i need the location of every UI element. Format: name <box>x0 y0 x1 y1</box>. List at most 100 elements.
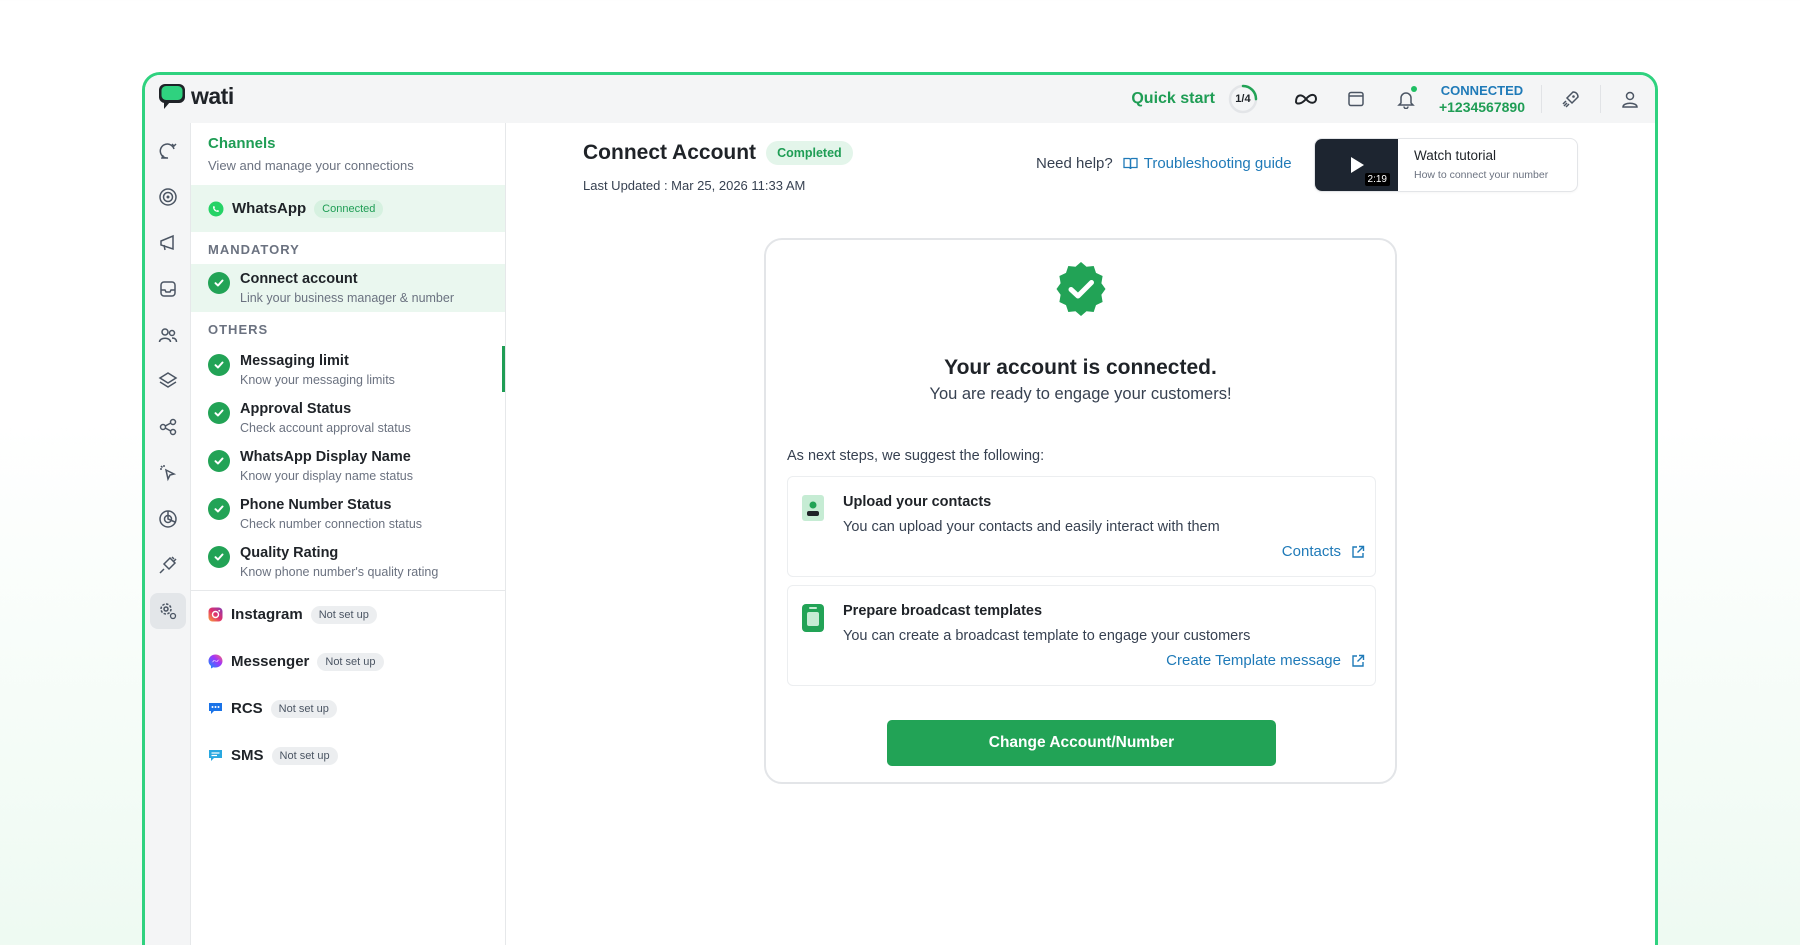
contact-card-icon <box>802 495 824 526</box>
connected-title: Your account is connected. <box>944 356 1217 379</box>
rail-settings[interactable] <box>150 593 186 629</box>
contacts-link[interactable]: Contacts <box>1282 543 1365 560</box>
help-row: Need help? Troubleshooting guide <box>1036 155 1292 172</box>
check-circle-icon <box>208 402 230 424</box>
megaphone-icon <box>160 234 174 251</box>
quick-start-progress-text: 1/4 <box>1235 93 1251 105</box>
wati-logo-icon <box>159 84 185 109</box>
main-content: Connect Account Completed Last Updated :… <box>506 123 1655 945</box>
last-updated-text: Last Updated : Mar 25, 2026 11:33 AM <box>583 178 806 193</box>
window-icon[interactable] <box>1338 81 1374 117</box>
topbar-divider <box>1541 85 1542 113</box>
help-label: Need help? <box>1036 155 1113 172</box>
check-circle-icon <box>208 354 230 376</box>
step-approval-status[interactable]: Approval Status Check account approval s… <box>191 394 505 442</box>
change-account-number-button[interactable]: Change Account/Number <box>887 720 1276 766</box>
status-badge: Not set up <box>310 605 377 624</box>
rocket-icon[interactable] <box>1553 81 1589 117</box>
mandatory-section-label: MANDATORY <box>208 242 300 257</box>
play-icon <box>1350 157 1364 173</box>
step-messaging-limit[interactable]: Messaging limit Know your messaging limi… <box>191 346 505 394</box>
chat-refresh-icon <box>159 143 177 159</box>
check-circle-icon <box>208 498 230 520</box>
step-title: Phone Number Status <box>240 497 392 513</box>
channel-messenger[interactable]: Messenger Not set up <box>191 638 505 685</box>
video-duration: 2:19 <box>1364 173 1390 186</box>
status-badge: Not set up <box>271 746 338 765</box>
top-bar: wati Quick start 1/4 CONNECTED +12345678… <box>145 75 1655 123</box>
channel-whatsapp[interactable]: WhatsApp Connected <box>191 185 505 232</box>
step-subtitle: Know your messaging limits <box>240 373 395 387</box>
step-title: Approval Status <box>240 401 352 417</box>
contacts-link-label: Contacts <box>1281 543 1341 560</box>
step-phone-number-status[interactable]: Phone Number Status Check number connect… <box>191 490 505 538</box>
rail-plugins[interactable] <box>150 547 186 583</box>
quick-start-link[interactable]: Quick start <box>1131 90 1215 108</box>
next-steps-label: As next steps, we suggest the following: <box>787 448 1045 464</box>
suggestion-upload-contacts: Upload your contacts You can upload your… <box>787 476 1376 577</box>
channel-instagram[interactable]: Instagram Not set up <box>191 591 505 638</box>
user-profile-icon[interactable] <box>1612 81 1648 117</box>
troubleshooting-guide-label: Troubleshooting guide <box>1143 155 1292 172</box>
rail-broadcast[interactable] <box>150 225 186 261</box>
channel-name: SMS <box>231 747 264 764</box>
step-subtitle: Check number connection status <box>240 517 423 531</box>
video-thumbnail[interactable]: 2:19 <box>1315 139 1398 191</box>
step-title: Messaging limit <box>240 353 349 369</box>
layers-icon <box>158 372 178 388</box>
channels-panel: Channels View and manage your connection… <box>191 123 506 945</box>
notification-bell-icon[interactable] <box>1388 81 1424 117</box>
step-title: Quality Rating <box>240 545 339 561</box>
channel-rcs[interactable]: RCS Not set up <box>191 685 505 732</box>
channel-name: WhatsApp <box>232 200 307 217</box>
step-quality-rating[interactable]: Quality Rating Know phone number's quali… <box>191 538 505 586</box>
users-icon <box>158 328 178 343</box>
rail-contacts[interactable] <box>150 317 186 353</box>
template-icon <box>802 604 824 637</box>
step-subtitle: Check account approval status <box>240 421 411 435</box>
check-circle-icon <box>208 546 230 568</box>
channel-name: RCS <box>231 700 263 717</box>
rail-integrations[interactable] <box>150 409 186 445</box>
rail-inbox[interactable] <box>150 271 186 307</box>
channel-sms[interactable]: SMS Not set up <box>191 732 505 779</box>
cursor-click-icon <box>160 465 177 482</box>
rcs-icon <box>209 703 222 714</box>
account-connected-card: Your account is connected. You are ready… <box>764 238 1397 784</box>
watch-tutorial-card[interactable]: 2:19 Watch tutorial How to connect your … <box>1314 138 1578 192</box>
meta-icon[interactable] <box>1288 81 1324 117</box>
app-window: wati Quick start 1/4 CONNECTED +12345678… <box>142 72 1658 945</box>
check-circle-icon <box>208 272 230 294</box>
logo[interactable]: wati <box>157 81 234 111</box>
rail-chat-refresh[interactable] <box>150 133 186 169</box>
create-template-link[interactable]: Create Template message <box>1166 652 1365 669</box>
verified-badge-icon <box>1052 260 1110 323</box>
status-badge: Completed <box>766 141 853 165</box>
suggestion-title: Prepare broadcast templates <box>843 603 1043 619</box>
connection-status[interactable]: CONNECTED +1234567890 <box>1439 82 1525 116</box>
quick-start-progress[interactable]: 1/4 <box>1227 83 1259 115</box>
others-section-label: OTHERS <box>208 322 269 337</box>
status-badge: Connected <box>314 199 384 218</box>
share-nodes-icon <box>159 418 177 436</box>
target-icon <box>159 188 177 206</box>
notification-dot <box>1410 86 1417 92</box>
rail-analytics[interactable] <box>150 501 186 537</box>
rail-layers[interactable] <box>150 363 186 399</box>
suggestion-title: Upload your contacts <box>843 494 992 510</box>
connection-status-label: CONNECTED <box>1440 83 1524 98</box>
page-title: Connect Account <box>583 141 757 164</box>
step-connect-account[interactable]: Connect account Link your business manag… <box>191 264 505 312</box>
troubleshooting-guide-link[interactable]: Troubleshooting guide <box>1123 155 1292 172</box>
rail-automation[interactable] <box>150 455 186 491</box>
step-title: Connect account <box>240 271 358 287</box>
rail-target[interactable] <box>150 179 186 215</box>
step-title: WhatsApp Display Name <box>240 449 411 465</box>
topbar-divider <box>1600 85 1601 113</box>
book-open-icon <box>1123 157 1138 170</box>
step-display-name[interactable]: WhatsApp Display Name Know your display … <box>191 442 505 490</box>
connected-phone-number: +1234567890 <box>1438 99 1525 115</box>
settings-icon <box>160 603 177 620</box>
check-circle-icon <box>208 450 230 472</box>
whatsapp-icon <box>208 201 224 216</box>
